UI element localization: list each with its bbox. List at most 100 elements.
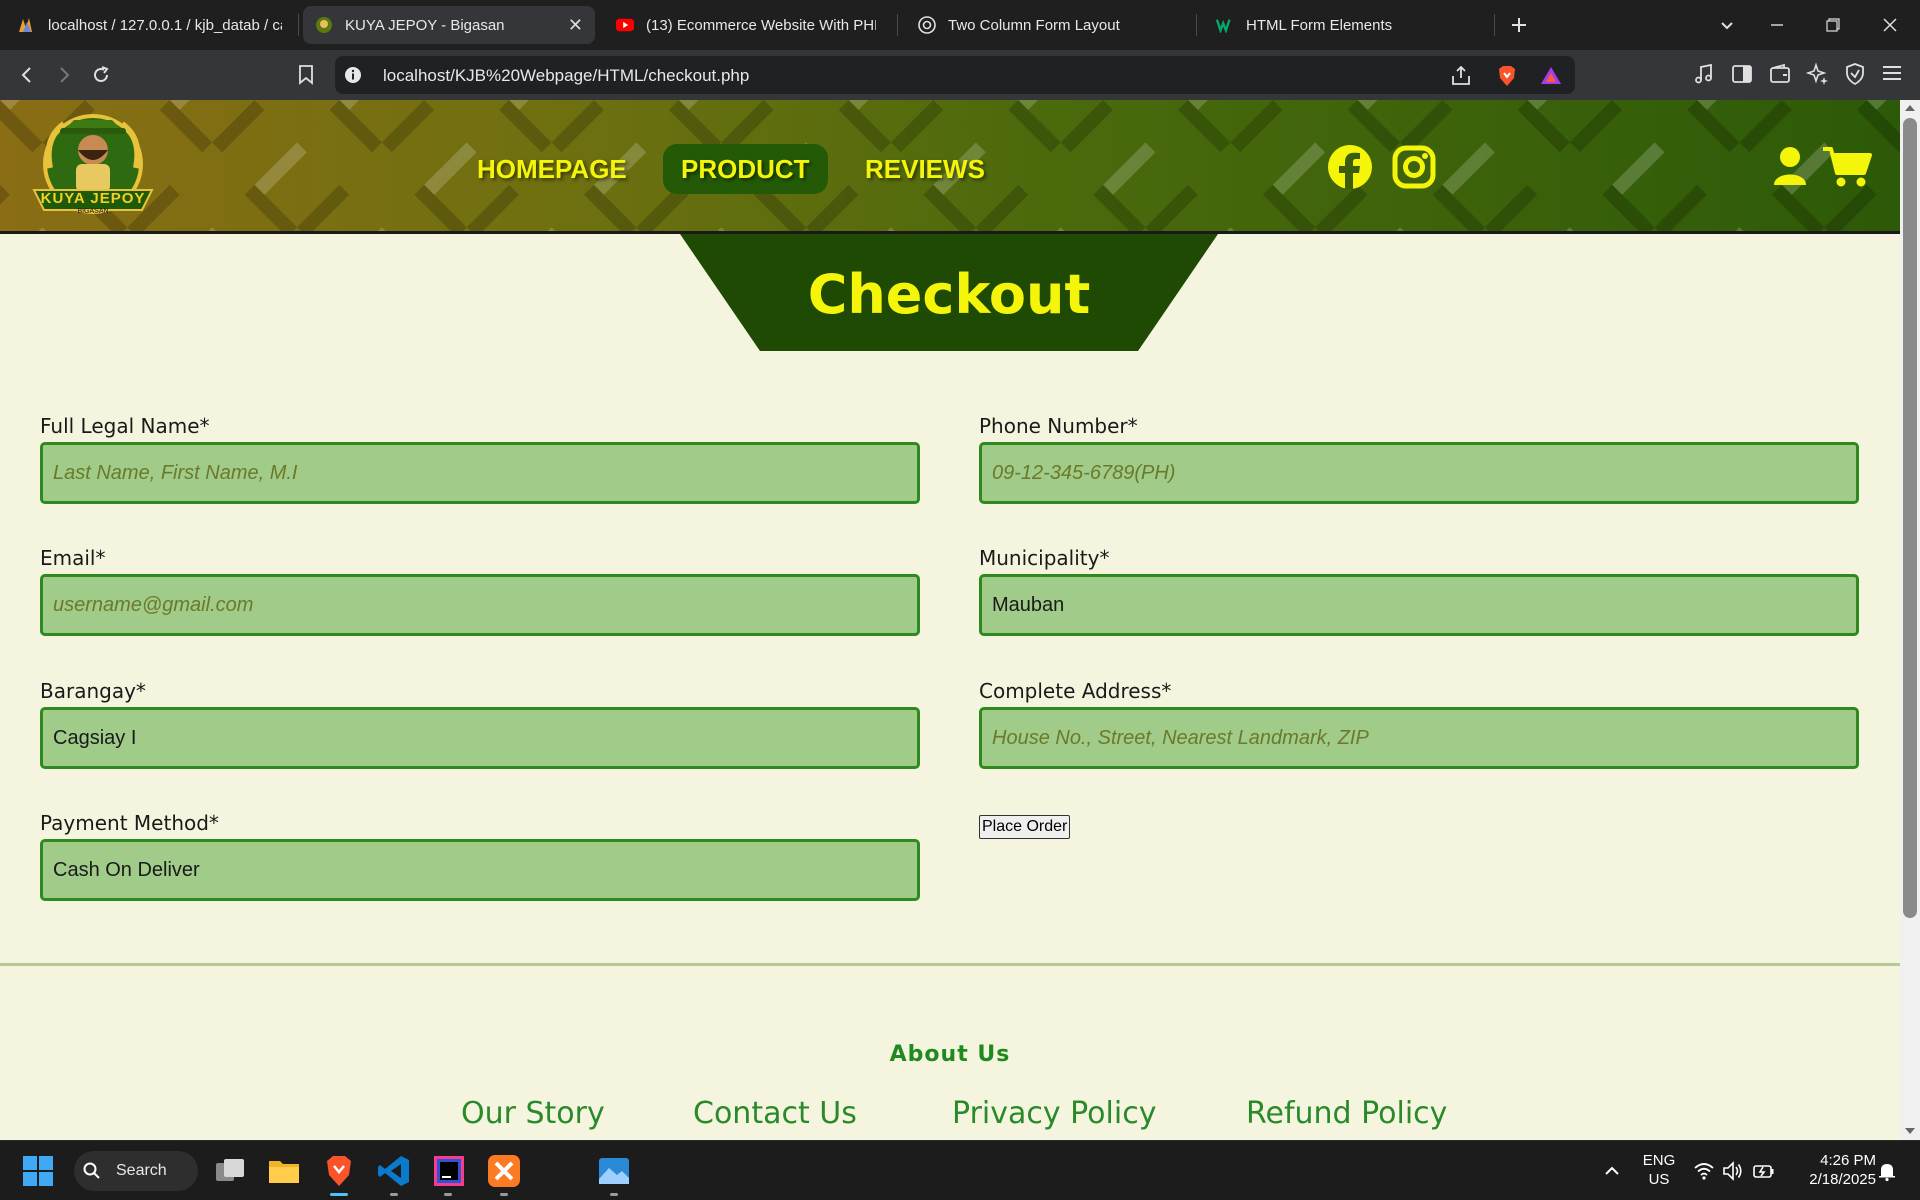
language-code: ENG — [1642, 1152, 1676, 1169]
site-info-icon[interactable] — [343, 65, 363, 85]
reload-icon[interactable] — [84, 58, 118, 92]
wifi-icon[interactable] — [1693, 1160, 1715, 1182]
payment-method-label: Payment Method* — [40, 811, 219, 835]
new-tab-plus-icon[interactable] — [1502, 8, 1536, 42]
tab-youtube[interactable]: (13) Ecommerce Website With PHP — [604, 6, 888, 44]
address-input[interactable]: House No., Street, Nearest Landmark, ZIP — [979, 707, 1859, 769]
address-bar[interactable]: localhost/KJB%20Webpage/HTML/checkout.ph… — [335, 56, 1575, 94]
scrollbar-thumb[interactable] — [1903, 118, 1917, 918]
volume-icon[interactable] — [1722, 1160, 1744, 1182]
browser-toolbar: localhost/KJB%20Webpage/HTML/checkout.ph… — [0, 50, 1920, 100]
menu-icon[interactable] — [1881, 62, 1907, 88]
clock-time: 4:26 PM — [1820, 1152, 1876, 1169]
bookmark-icon[interactable] — [289, 58, 323, 92]
open-app-indicator — [444, 1193, 452, 1196]
open-app-indicator — [610, 1193, 618, 1196]
xampp-icon[interactable] — [486, 1153, 522, 1189]
municipality-select[interactable]: Mauban — [979, 574, 1859, 636]
site-logo[interactable]: KUYA JEPOY BIGASAN — [30, 108, 156, 224]
email-label: Email* — [40, 546, 106, 570]
kuya-jepoy-favicon — [315, 16, 333, 34]
phpmyadmin-icon — [18, 16, 36, 34]
full-name-input[interactable]: Last Name, First Name, M.I — [40, 442, 920, 504]
clock[interactable]: 4:26 PM 2/18/2025 — [1790, 1151, 1876, 1189]
vscode-icon[interactable] — [376, 1153, 412, 1189]
municipality-label: Municipality* — [979, 546, 1110, 570]
footer-link-our-story[interactable]: Our Story — [461, 1096, 605, 1131]
full-name-label: Full Legal Name* — [40, 414, 210, 438]
windows-start-icon[interactable] — [22, 1155, 54, 1187]
barangay-select[interactable]: Cagsiay I — [40, 707, 920, 769]
footer-link-refund-policy[interactable]: Refund Policy — [1246, 1096, 1447, 1131]
tab-title: KUYA JEPOY - Bigasan — [345, 16, 505, 34]
sidebar-toggle-icon[interactable] — [1730, 62, 1756, 88]
input-language[interactable]: ENG US — [1642, 1151, 1676, 1189]
tab-two-column[interactable]: Two Column Form Layout — [906, 6, 1186, 44]
jetbrains-icon[interactable] — [431, 1153, 467, 1189]
search-icon — [83, 1162, 100, 1179]
logo-text: KUYA JEPOY — [40, 190, 146, 207]
shopping-cart-icon[interactable] — [1822, 145, 1872, 189]
tab-phpmyadmin[interactable]: localhost / 127.0.0.1 / kjb_datab / ca — [6, 6, 294, 44]
tab-title: Two Column Form Layout — [948, 16, 1120, 34]
footer-link-privacy-policy[interactable]: Privacy Policy — [952, 1096, 1156, 1131]
scroll-down-arrow-icon[interactable] — [1905, 1128, 1915, 1134]
wallet-icon[interactable] — [1768, 62, 1794, 88]
logo-subtext: BIGASAN — [77, 208, 109, 215]
open-app-indicator — [500, 1193, 508, 1196]
tab-title: HTML Form Elements — [1246, 16, 1393, 34]
nav-product[interactable]: PRODUCT — [663, 144, 828, 194]
taskbar-search[interactable]: Search — [74, 1151, 198, 1191]
vpn-shield-icon[interactable] — [1843, 62, 1869, 88]
brave-rewards-icon[interactable] — [1539, 64, 1563, 88]
nav-homepage[interactable]: HOMEPAGE — [459, 144, 645, 194]
user-account-icon[interactable] — [1772, 145, 1808, 189]
tab-title: (13) Ecommerce Website With PHP — [646, 16, 876, 34]
notification-bell-icon[interactable] — [1876, 1160, 1898, 1182]
search-label: Search — [116, 1162, 167, 1179]
payment-method-select[interactable]: Cash On Deliver — [40, 839, 920, 901]
brave-browser-icon[interactable] — [321, 1153, 357, 1189]
photos-icon[interactable] — [596, 1153, 632, 1189]
show-hidden-icons-chevron[interactable] — [1600, 1159, 1624, 1183]
leo-ai-icon[interactable] — [1805, 62, 1832, 88]
email-input[interactable]: username@gmail.com — [40, 574, 920, 636]
footer-divider — [0, 963, 1900, 966]
footer-link-contact-us[interactable]: Contact Us — [693, 1096, 857, 1131]
place-order-button[interactable]: Place Order — [979, 815, 1071, 839]
media-icon[interactable] — [1692, 62, 1718, 88]
instagram-icon[interactable] — [1390, 143, 1438, 191]
youtube-icon — [616, 16, 634, 34]
file-explorer-icon[interactable] — [266, 1153, 302, 1189]
scroll-up-arrow-icon[interactable] — [1905, 105, 1915, 111]
page-title: Checkout — [807, 263, 1091, 326]
close-window-icon[interactable] — [1873, 8, 1907, 42]
tab-close-icon[interactable]: ✕ — [568, 15, 583, 36]
phone-label: Phone Number* — [979, 414, 1138, 438]
brave-shields-icon[interactable] — [1495, 64, 1519, 88]
tab-search-chevron-icon[interactable] — [1710, 8, 1744, 42]
nav-reviews[interactable]: REVIEWS — [847, 144, 1003, 194]
url-text[interactable]: localhost/KJB%20Webpage/HTML/checkout.ph… — [383, 66, 749, 86]
forward-arrow-icon[interactable] — [47, 58, 81, 92]
openai-icon — [918, 16, 936, 34]
page-scrollbar[interactable] — [1900, 100, 1920, 1140]
site-header: KUYA JEPOY BIGASAN HOMEPAGE PRODUCT REVI… — [0, 100, 1900, 234]
barangay-label: Barangay* — [40, 679, 146, 703]
restore-icon[interactable] — [1816, 8, 1850, 42]
phone-input[interactable]: 09-12-345-6789(PH) — [979, 442, 1859, 504]
tab-html-form[interactable]: HTML Form Elements — [1204, 6, 1484, 44]
share-icon[interactable] — [1449, 64, 1473, 88]
about-us-heading: About Us — [889, 1042, 1011, 1067]
battery-icon[interactable] — [1752, 1160, 1776, 1182]
open-app-indicator — [390, 1193, 398, 1196]
task-view-icon[interactable] — [212, 1153, 248, 1189]
browser-tab-strip: localhost / 127.0.0.1 / kjb_datab / ca K… — [0, 0, 1920, 50]
back-arrow-icon[interactable] — [10, 58, 44, 92]
clock-date: 2/18/2025 — [1809, 1171, 1876, 1188]
page-viewport: KUYA JEPOY BIGASAN HOMEPAGE PRODUCT REVI… — [0, 100, 1900, 1140]
tab-kuya-jepoy[interactable]: KUYA JEPOY - Bigasan ✕ — [303, 6, 595, 44]
w3schools-icon — [1216, 16, 1234, 34]
minimize-icon[interactable] — [1760, 8, 1794, 42]
facebook-icon[interactable] — [1326, 143, 1374, 191]
